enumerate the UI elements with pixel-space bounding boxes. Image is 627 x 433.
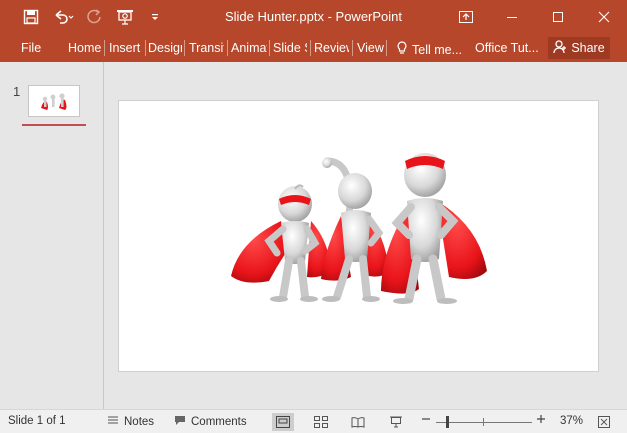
slide-show-icon bbox=[390, 416, 402, 428]
tell-me-label: Tell me... bbox=[412, 42, 463, 57]
minimize-icon[interactable] bbox=[489, 0, 535, 34]
reading-view-icon bbox=[351, 417, 365, 428]
left-hero-figure bbox=[231, 184, 331, 302]
title-bar: Slide Hunter.pptx - PowerPoint bbox=[0, 0, 627, 34]
slide-insertion-indicator bbox=[22, 124, 86, 126]
close-icon[interactable] bbox=[581, 0, 627, 34]
minus-icon bbox=[422, 418, 430, 420]
superhero-figures-image[interactable] bbox=[119, 101, 600, 373]
zoom-slider-midmark bbox=[483, 418, 484, 426]
tab-separator bbox=[269, 40, 270, 56]
right-hero-figure bbox=[381, 153, 487, 304]
comments-label: Comments bbox=[191, 416, 247, 428]
tab-separator bbox=[227, 40, 228, 56]
account-name[interactable]: Office Tut... bbox=[475, 41, 539, 55]
notes-button[interactable]: Notes bbox=[107, 415, 154, 428]
normal-view-icon bbox=[276, 416, 290, 428]
tab-view[interactable]: View bbox=[357, 41, 384, 55]
ribbon-tab-bar: File Home Insert Design Transitions Anim… bbox=[0, 34, 627, 62]
slide-canvas[interactable] bbox=[118, 100, 599, 372]
fit-to-window-button[interactable] bbox=[593, 413, 615, 431]
tab-review[interactable]: Review bbox=[314, 41, 349, 55]
tab-home[interactable]: Home bbox=[68, 41, 102, 55]
tab-insert[interactable]: Insert bbox=[109, 41, 143, 55]
zoom-slider-track[interactable] bbox=[436, 422, 532, 423]
tab-transitions[interactable]: Transitions bbox=[189, 41, 224, 55]
reading-view-button[interactable] bbox=[347, 413, 369, 431]
share-button[interactable]: Share bbox=[548, 37, 610, 59]
comment-icon bbox=[174, 415, 186, 429]
plus-icon bbox=[537, 415, 545, 423]
tab-separator bbox=[184, 40, 185, 56]
middle-hero-figure bbox=[321, 157, 389, 302]
slide-sorter-icon bbox=[314, 416, 328, 428]
tab-design[interactable]: Design bbox=[148, 41, 182, 55]
lightbulb-icon bbox=[397, 41, 407, 58]
slide-show-button[interactable] bbox=[385, 413, 407, 431]
tab-slide-show[interactable]: Slide Show bbox=[273, 41, 307, 55]
slide-sorter-button[interactable] bbox=[310, 413, 332, 431]
notes-icon bbox=[107, 415, 119, 428]
tab-separator bbox=[386, 40, 387, 56]
notes-label: Notes bbox=[124, 415, 155, 428]
tab-separator bbox=[352, 40, 353, 56]
tab-separator bbox=[145, 40, 146, 56]
share-label: Share bbox=[571, 41, 605, 55]
tab-separator bbox=[310, 40, 311, 56]
tell-me-box[interactable]: Tell me... bbox=[397, 41, 462, 58]
slide-number: 1 bbox=[13, 84, 21, 99]
tab-file[interactable]: File bbox=[21, 41, 41, 55]
slide-editing-area bbox=[105, 62, 627, 409]
zoom-out-button[interactable] bbox=[421, 414, 431, 424]
comments-button[interactable]: Comments bbox=[174, 415, 247, 429]
zoom-level[interactable]: 37% bbox=[560, 415, 583, 427]
slide-indicator[interactable]: Slide 1 of 1 bbox=[8, 415, 66, 427]
tab-separator bbox=[104, 40, 105, 56]
share-person-icon bbox=[553, 39, 567, 57]
slide-thumbnails-pane: 1 bbox=[0, 62, 104, 409]
tab-animations[interactable]: Animations bbox=[231, 41, 267, 55]
normal-view-button[interactable] bbox=[272, 413, 294, 431]
maximize-icon[interactable] bbox=[535, 0, 581, 34]
ribbon-display-options-icon[interactable] bbox=[443, 0, 489, 34]
window-controls bbox=[443, 0, 627, 34]
zoom-slider-thumb[interactable] bbox=[446, 416, 449, 428]
status-bar: Slide 1 of 1 Notes Comments 37% bbox=[0, 409, 627, 433]
slide-thumbnail[interactable] bbox=[28, 85, 80, 117]
fit-to-window-icon bbox=[598, 416, 610, 428]
zoom-in-button[interactable] bbox=[536, 414, 546, 424]
